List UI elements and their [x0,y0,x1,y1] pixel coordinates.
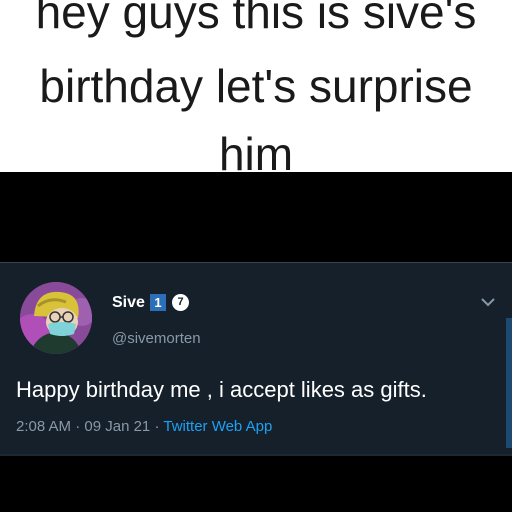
tweet-meta: 2:08 AM · 09 Jan 21 · Twitter Web App [16,418,272,435]
meme-caption: hey guys this is sive's birthday let's s… [0,0,512,172]
tweet-date[interactable]: 09 Jan 21 [84,418,150,435]
rank-badge: 1 [150,294,166,311]
tweet-divider [0,454,512,456]
black-spacer [0,172,512,262]
chevron-down-icon[interactable] [478,294,498,310]
meta-separator: · [154,418,160,435]
tweet-text: Happy birthday me , i accept likes as gi… [16,377,427,402]
caption-line-2: birthday let's surprise [39,60,473,112]
verified-badge-icon: 7 [172,294,189,311]
caption-line-3: him [218,128,294,172]
scroll-indicator [506,318,512,448]
caption-line-1: hey guys this is sive's [35,0,477,38]
avatar[interactable] [20,282,92,354]
meta-separator: · [75,418,81,435]
display-name[interactable]: Sive [112,294,145,312]
user-handle[interactable]: @sivemorten [112,330,201,347]
tweet-source-link[interactable]: Twitter Web App [163,418,272,435]
tweet-time[interactable]: 2:08 AM [16,418,71,435]
